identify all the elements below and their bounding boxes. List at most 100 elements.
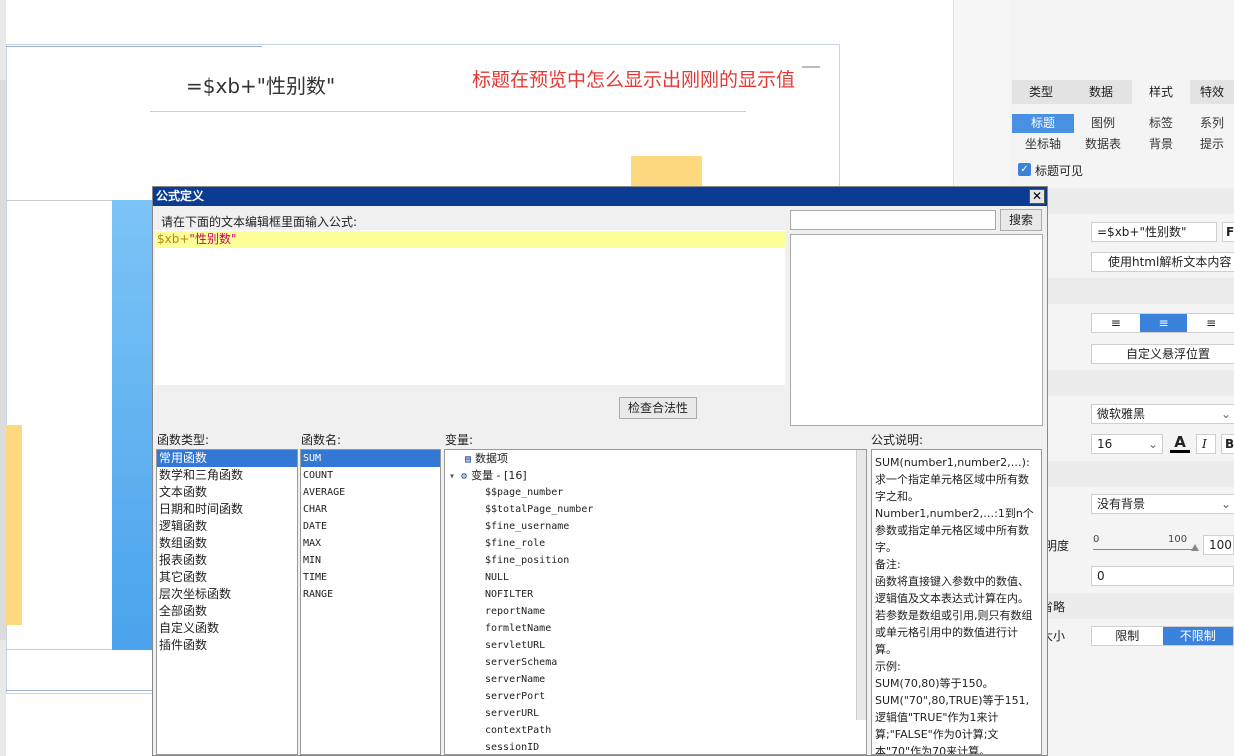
title-visible-checkbox[interactable]: ✓ xyxy=(1018,163,1031,176)
subtab-title[interactable]: 标题 xyxy=(1012,114,1074,133)
font-family-select[interactable]: 微软雅黑 ⌄ xyxy=(1091,404,1234,424)
font-color-icon[interactable]: A xyxy=(1170,433,1190,453)
variable-item[interactable]: servletURL xyxy=(445,637,866,654)
nolimit-option[interactable]: 不限制 xyxy=(1162,627,1233,645)
chart-bar-blue[interactable] xyxy=(112,200,152,650)
italic-button[interactable]: I xyxy=(1196,434,1216,454)
func-name-item[interactable]: TIME xyxy=(301,569,440,586)
font-size-select[interactable]: 16 ⌄ xyxy=(1091,434,1163,454)
variable-item[interactable]: $$page_number xyxy=(445,484,866,501)
formula-line[interactable]: $xb+"性别数" xyxy=(155,231,785,248)
func-type-item[interactable]: 全部函数 xyxy=(157,603,297,620)
func-name-item[interactable]: SUM xyxy=(301,450,440,467)
variable-item[interactable]: serverURL xyxy=(445,705,866,722)
tab-data[interactable]: 数据 xyxy=(1070,80,1132,104)
slider-min-label: 0 xyxy=(1093,534,1100,545)
func-type-list[interactable]: 常用函数 数学和三角函数 文本函数 日期和时间函数 逻辑函数 数组函数 报表函数 其它函数 层次… xyxy=(156,449,298,755)
variable-item[interactable]: sessionID xyxy=(445,739,866,754)
align-left-icon[interactable]: ≡ xyxy=(1092,314,1140,332)
subtab-axis[interactable]: 坐标轴 xyxy=(1012,135,1074,154)
func-type-item[interactable]: 自定义函数 xyxy=(157,620,297,637)
custom-float-position-button[interactable]: 自定义悬浮位置 xyxy=(1091,344,1234,364)
limit-option[interactable]: 限制 xyxy=(1092,627,1163,645)
align-right-icon[interactable]: ≡ xyxy=(1187,314,1234,332)
size-label: 大小 xyxy=(1045,629,1065,643)
func-name-item[interactable]: DATE xyxy=(301,518,440,535)
subtab-legend[interactable]: 图例 xyxy=(1074,114,1132,133)
subtab-label[interactable]: 标签 xyxy=(1132,114,1190,133)
subtab-series[interactable]: 系列 xyxy=(1190,114,1234,133)
html-parse-button[interactable]: 使用html解析文本内容 xyxy=(1091,252,1234,272)
variable-tree[interactable]: ▤ 数据项 ▾ ⚙ 变量 - [16] $$page_number $$totalPage_… xyxy=(444,449,867,755)
chart-plot-area xyxy=(6,200,116,650)
search-input[interactable] xyxy=(790,210,996,230)
formula-editor[interactable] xyxy=(155,230,785,385)
func-type-item[interactable]: 文本函数 xyxy=(157,484,297,501)
variable-item[interactable]: $fine_role xyxy=(445,535,866,552)
func-name-item[interactable]: CHAR xyxy=(301,501,440,518)
func-name-list[interactable]: SUM COUNT AVERAGE CHAR DATE MAX MIN TIME RANGE xyxy=(300,449,441,755)
description-line: SUM("70",80,TRUE)等于151,逻辑值"TRUE"作为1来计算;"… xyxy=(875,694,1030,755)
func-type-item[interactable]: 数学和三角函数 xyxy=(157,467,297,484)
func-type-item[interactable]: 常用函数 xyxy=(157,450,297,467)
offset-input[interactable]: 0 xyxy=(1091,566,1234,586)
func-type-item[interactable]: 逻辑函数 xyxy=(157,518,297,535)
func-name-item[interactable]: AVERAGE xyxy=(301,484,440,501)
bold-button[interactable]: B xyxy=(1221,434,1234,454)
search-button[interactable]: 搜索 xyxy=(1000,209,1042,231)
check-validity-button[interactable]: 检查合法性 xyxy=(619,397,697,419)
variable-item[interactable]: serverPort xyxy=(445,688,866,705)
omit-label: 省略 xyxy=(1045,600,1065,614)
func-type-item[interactable]: 日期和时间函数 xyxy=(157,501,297,518)
title-content-input[interactable]: =$xb+"性别数" xyxy=(1091,222,1217,242)
tab-effects[interactable]: 特效 xyxy=(1190,80,1234,104)
opacity-slider-track[interactable] xyxy=(1093,549,1197,550)
description-line: SUM(number1,number2,…):求一个指定单元格区域中所有数字之和… xyxy=(875,456,1030,503)
func-type-item[interactable]: 插件函数 xyxy=(157,637,297,654)
func-name-item[interactable]: MAX xyxy=(301,535,440,552)
variable-item[interactable]: serverSchema xyxy=(445,654,866,671)
subtab-background[interactable]: 背景 xyxy=(1132,135,1190,154)
opacity-slider-handle[interactable] xyxy=(1191,544,1199,551)
variable-item[interactable]: serverName xyxy=(445,671,866,688)
description-line: SUM(70,80)等于150。 xyxy=(875,677,994,690)
variable-item[interactable]: contextPath xyxy=(445,722,866,739)
opacity-input[interactable]: 100 xyxy=(1203,535,1234,555)
func-name-item[interactable]: RANGE xyxy=(301,586,440,603)
formula-button[interactable]: F xyxy=(1222,222,1234,242)
background-select[interactable]: 没有背景 ⌄ xyxy=(1091,494,1234,514)
font-family-value: 微软雅黑 xyxy=(1097,407,1146,421)
func-type-item[interactable]: 层次坐标函数 xyxy=(157,586,297,603)
variable-item[interactable]: formletName xyxy=(445,620,866,637)
align-segment: ≡ ≡ ≡ xyxy=(1091,313,1234,333)
collapse-arrow-icon[interactable]: ▾ xyxy=(449,471,455,482)
variable-item[interactable]: $fine_username xyxy=(445,518,866,535)
subtab-datatable[interactable]: 数据表 xyxy=(1074,135,1132,154)
group-label: 变量 - [16] xyxy=(471,469,527,482)
chart-bar-yellow[interactable] xyxy=(631,156,702,186)
func-type-item[interactable]: 其它函数 xyxy=(157,569,297,586)
search-results[interactable] xyxy=(790,234,1043,426)
subtab-tooltip[interactable]: 提示 xyxy=(1190,135,1234,154)
chart-bar-yellow-left[interactable] xyxy=(6,425,22,625)
close-icon[interactable]: ✕ xyxy=(1029,189,1045,204)
func-type-item[interactable]: 数组函数 xyxy=(157,535,297,552)
func-name-item[interactable]: COUNT xyxy=(301,467,440,484)
formula-dialog: 公式定义 ✕ 请在下面的文本编辑框里面输入公式: $xb+"性别数" 检查合法性… xyxy=(152,186,1048,756)
chart-menu-icon[interactable] xyxy=(802,66,820,68)
align-center-icon[interactable]: ≡ xyxy=(1139,314,1188,332)
variable-group-data[interactable]: ▤ 数据项 xyxy=(445,450,866,467)
variable-item[interactable]: NULL xyxy=(445,569,866,586)
func-name-item[interactable]: MIN xyxy=(301,552,440,569)
variable-item[interactable]: reportName xyxy=(445,603,866,620)
variable-item[interactable]: $fine_position xyxy=(445,552,866,569)
variable-group-vars[interactable]: ▾ ⚙ 变量 - [16] xyxy=(445,467,866,484)
variable-item[interactable]: $$totalPage_number xyxy=(445,501,866,518)
formula-variable: $xb+ xyxy=(157,232,190,246)
variable-item[interactable]: NOFILTER xyxy=(445,586,866,603)
description-line: 函数将直接键入参数中的数值、逻辑值及文本表达式计算在内。若参数是数组或引用,则只… xyxy=(875,575,1033,656)
func-type-item[interactable]: 报表函数 xyxy=(157,552,297,569)
tab-style[interactable]: 样式 xyxy=(1132,80,1190,104)
variable-scrollbar[interactable] xyxy=(856,450,866,720)
tab-type[interactable]: 类型 xyxy=(1012,80,1070,104)
